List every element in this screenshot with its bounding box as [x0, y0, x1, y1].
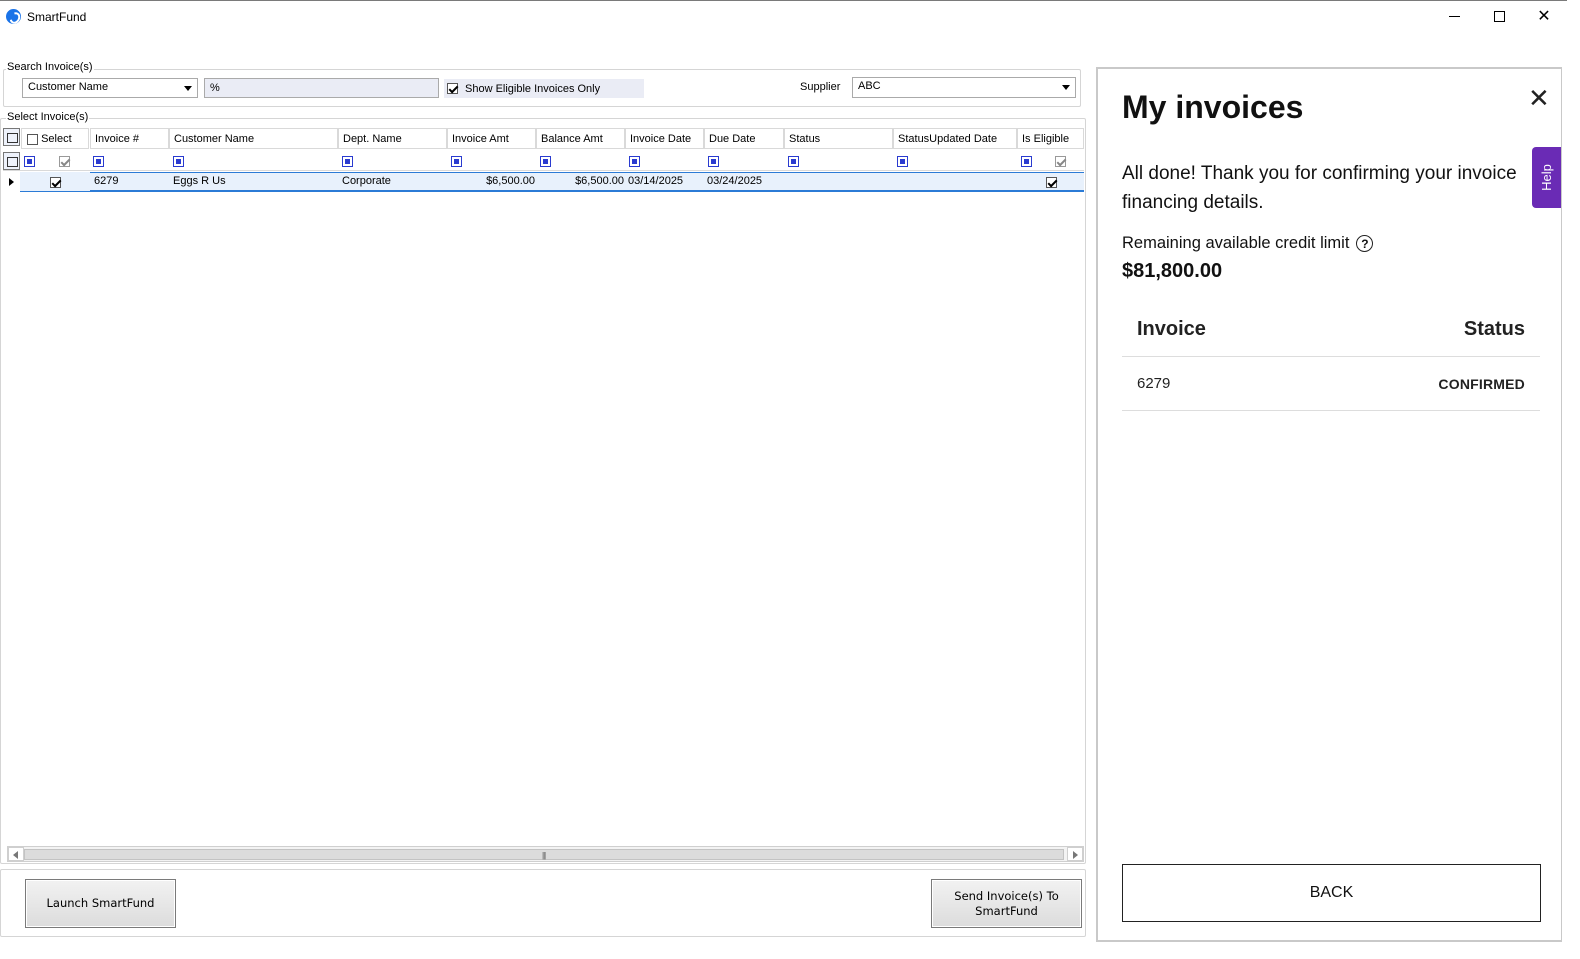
select-all-checkbox[interactable] — [27, 133, 38, 145]
send-invoices-button[interactable]: Send Invoice(s) To SmartFund — [931, 879, 1082, 928]
cell-invoice-date: 03/14/2025 — [628, 175, 684, 187]
row-select-checkbox[interactable] — [50, 177, 61, 188]
panel-invoice-table: Invoice Status 6279 CONFIRMED — [1122, 302, 1540, 411]
column-header-dept[interactable]: Dept. Name — [338, 128, 447, 149]
scroll-left-button[interactable] — [8, 847, 24, 861]
filter-row — [3, 151, 1084, 171]
filter-icon[interactable] — [788, 156, 799, 167]
search-field-select[interactable]: Customer Name — [22, 78, 198, 98]
help-circle-icon[interactable]: ? — [1356, 235, 1374, 252]
filter-icon[interactable] — [1021, 156, 1032, 167]
scroll-right-button[interactable] — [1067, 847, 1083, 861]
panel-header-invoice: Invoice — [1137, 317, 1206, 340]
confirmation-message: All done! Thank you for confirming your … — [1122, 163, 1517, 213]
grid-header-row: Select Invoice # Customer Name Dept. Nam… — [3, 128, 1084, 150]
cell-balance-amt: $6,500.00 — [575, 175, 624, 187]
filter-icon[interactable] — [24, 156, 35, 167]
table-row: 6279 CONFIRMED — [1122, 357, 1540, 411]
table-row[interactable]: 6279 Eggs R Us Corporate $6,500.00 $6,50… — [3, 172, 1084, 192]
filter-icon[interactable] — [897, 156, 908, 167]
cell-due-date: 03/24/2025 — [707, 175, 763, 187]
window-title: SmartFund — [27, 10, 87, 24]
filter-icon[interactable] — [173, 156, 184, 167]
supplier-label: Supplier — [800, 81, 841, 93]
panel-table-header: Invoice Status — [1122, 302, 1540, 357]
panel-header-status: Status — [1463, 317, 1525, 340]
minimize-icon — [1448, 16, 1460, 17]
column-header-select[interactable]: Select — [21, 128, 89, 149]
cell-invoice-amt: $6,500.00 — [486, 175, 535, 187]
back-button[interactable]: BACK — [1122, 864, 1541, 922]
column-header-customer[interactable]: Customer Name — [169, 128, 338, 149]
status-badge: CONFIRMED — [1438, 375, 1525, 392]
show-eligible-label: Show Eligible Invoices Only — [465, 82, 601, 95]
smartfund-logo-icon — [6, 9, 21, 24]
filter-icon[interactable] — [708, 156, 719, 167]
column-chooser-icon[interactable] — [3, 128, 20, 146]
horizontal-scrollbar[interactable]: ||| — [7, 846, 1084, 862]
grid-group-label: Select Invoice(s) — [6, 111, 90, 123]
column-header-invoice-date[interactable]: Invoice Date — [625, 128, 704, 149]
grip-icon: ||| — [542, 851, 546, 860]
column-header-invoice-amt[interactable]: Invoice Amt — [447, 128, 536, 149]
row-eligible-checkbox — [1046, 177, 1057, 188]
minimize-button[interactable] — [1431, 1, 1477, 32]
column-header-status[interactable]: Status — [784, 128, 893, 149]
credit-limit-label: Remaining available credit limit ? — [1122, 234, 1374, 253]
title-bar: SmartFund ✕ — [0, 0, 1567, 32]
filter-checkbox[interactable] — [1055, 156, 1066, 167]
help-tab-label: Help — [1539, 164, 1554, 191]
search-field-value: Customer Name — [28, 81, 109, 93]
close-window-button[interactable]: ✕ — [1521, 1, 1567, 32]
column-header-label: Select — [41, 133, 72, 145]
filter-checkbox[interactable] — [59, 156, 70, 167]
panel-cell-invoice: 6279 — [1137, 375, 1171, 392]
column-header-status-updated[interactable]: StatusUpdated Date — [893, 128, 1017, 149]
cell-dept: Corporate — [342, 175, 391, 187]
row-indicator-icon — [9, 178, 14, 186]
invoice-grid-group — [0, 118, 1086, 864]
close-icon: ✕ — [1537, 7, 1551, 25]
search-input[interactable]: % — [204, 78, 439, 98]
chevron-down-icon — [184, 86, 192, 91]
filter-editor-icon[interactable] — [3, 152, 20, 170]
filter-icon[interactable] — [93, 156, 104, 167]
maximize-icon — [1493, 11, 1505, 22]
column-header-due-date[interactable]: Due Date — [704, 128, 784, 149]
show-eligible-checkbox[interactable]: Show Eligible Invoices Only — [444, 79, 644, 98]
checkbox-icon — [447, 83, 458, 94]
filter-icon[interactable] — [342, 156, 353, 167]
maximize-button[interactable] — [1476, 1, 1522, 32]
column-header-balance-amt[interactable]: Balance Amt — [536, 128, 625, 149]
credit-limit-text: Remaining available credit limit — [1122, 234, 1350, 252]
filter-icon[interactable] — [540, 156, 551, 167]
search-group-label: Search Invoice(s) — [6, 61, 94, 73]
cell-invoice: 6279 — [94, 175, 119, 187]
my-invoices-panel: My invoices ✕ All done! Thank you for co… — [1096, 67, 1562, 942]
launch-smartfund-button[interactable]: Launch SmartFund — [25, 879, 176, 928]
credit-limit-value: $81,800.00 — [1122, 260, 1223, 282]
panel-title: My invoices — [1122, 89, 1304, 125]
panel-close-icon[interactable]: ✕ — [1528, 83, 1550, 114]
supplier-select[interactable]: ABC — [852, 77, 1076, 98]
filter-icon[interactable] — [629, 156, 640, 167]
column-header-invoice[interactable]: Invoice # — [90, 128, 169, 149]
help-tab[interactable]: Help — [1532, 147, 1561, 208]
supplier-value: ABC — [858, 80, 881, 92]
cell-customer: Eggs R Us — [173, 175, 226, 187]
filter-icon[interactable] — [451, 156, 462, 167]
column-header-is-eligible[interactable]: Is Eligible — [1017, 128, 1084, 149]
chevron-down-icon — [1062, 85, 1070, 90]
